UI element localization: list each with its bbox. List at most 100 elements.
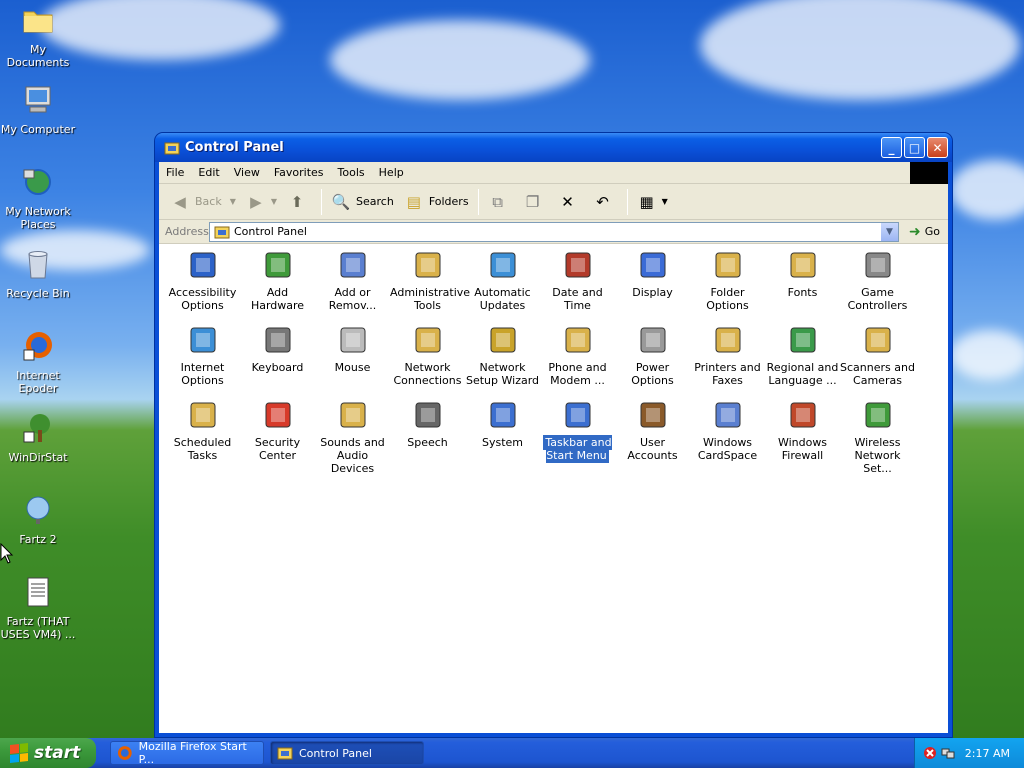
control-panel-icon — [214, 226, 230, 238]
cp-item-label: Security Center — [254, 436, 301, 462]
up-folder-button[interactable]: ⬆ — [282, 187, 317, 217]
cp-item-game-controllers[interactable]: Game Controllers — [840, 248, 915, 312]
cp-item-automatic-updates[interactable]: Automatic Updates — [465, 248, 540, 312]
desktop-icon-recycle-bin[interactable]: Recycle Bin — [0, 248, 76, 300]
cp-item-speech[interactable]: Speech — [390, 398, 465, 449]
network-setup-wizard-icon — [486, 323, 520, 357]
cp-item-windows-firewall[interactable]: Windows Firewall — [765, 398, 840, 462]
network-icon — [23, 169, 51, 195]
go-arrow-icon: ➜ — [909, 223, 921, 240]
address-dropdown-button[interactable]: ▼ — [881, 222, 898, 241]
chevron-down-icon: ▼ — [886, 226, 893, 237]
security-alert-icon[interactable] — [923, 746, 937, 760]
cp-item-phone-and-modem[interactable]: Phone and Modem ... — [540, 323, 615, 387]
cp-item-add-or-remove-programs[interactable]: Add or Remov... — [315, 248, 390, 312]
cp-item-label: Speech — [407, 436, 448, 449]
move-to-icon: ⧉ — [492, 192, 503, 211]
cp-item-label: Scanners and Cameras — [840, 361, 915, 387]
copy-to-button[interactable]: ❐ — [518, 187, 553, 217]
views-icon: ▦ — [639, 192, 654, 211]
undo-icon: ↶ — [596, 192, 609, 211]
cp-item-label: Display — [632, 286, 673, 299]
cp-item-add-hardware[interactable]: Add Hardware — [240, 248, 315, 312]
menu-help[interactable]: Help — [372, 166, 411, 179]
maximize-button[interactable]: □ — [904, 137, 925, 158]
search-button[interactable]: 🔍 Search — [326, 187, 399, 217]
cp-item-scanners-and-cameras[interactable]: Scanners and Cameras — [840, 323, 915, 387]
forward-button[interactable]: ▶ ▼ — [241, 187, 282, 217]
folder-icon — [23, 11, 53, 33]
desktop-icon-my-computer[interactable]: My Computer — [0, 84, 76, 136]
move-to-button[interactable]: ⧉ — [483, 187, 518, 217]
cp-item-system[interactable]: System — [465, 398, 540, 449]
cp-item-wireless-network-setup[interactable]: Wireless Network Set... — [840, 398, 915, 475]
cp-item-user-accounts[interactable]: User Accounts — [615, 398, 690, 462]
menu-view[interactable]: View — [227, 166, 267, 179]
menu-edit[interactable]: Edit — [191, 166, 226, 179]
cp-item-internet-options[interactable]: Internet Options — [165, 323, 240, 387]
start-button[interactable]: start — [0, 738, 96, 768]
cp-item-regional-and-language[interactable]: Regional and Language ... — [765, 323, 840, 387]
minimize-button[interactable]: _ — [881, 137, 902, 158]
cp-item-network-connections[interactable]: Network Connections — [390, 323, 465, 387]
go-button[interactable]: ➜ Go — [905, 224, 944, 240]
undo-button[interactable]: ↶ — [588, 187, 623, 217]
cp-item-label: Accessibility Options — [168, 286, 237, 312]
cp-item-date-and-time[interactable]: Date and Time — [540, 248, 615, 312]
cp-item-accessibility-options[interactable]: Accessibility Options — [165, 248, 240, 312]
menu-file[interactable]: File — [159, 166, 191, 179]
windows-flag-icon — [10, 743, 28, 763]
minimize-icon: _ — [888, 140, 895, 155]
cp-item-security-center[interactable]: Security Center — [240, 398, 315, 462]
cp-item-display[interactable]: Display — [615, 248, 690, 299]
close-button[interactable]: ✕ — [927, 137, 948, 158]
taskbar-button-control-panel[interactable]: Control Panel — [270, 741, 424, 765]
desktop-icon-my-documents[interactable]: My Documents — [0, 4, 76, 69]
toolbar-separator — [477, 188, 479, 215]
delete-button[interactable]: ✕ — [553, 187, 588, 217]
address-label: Address — [165, 225, 209, 238]
cp-item-label: Mouse — [334, 361, 371, 374]
cp-item-printers-and-faxes[interactable]: Printers and Faxes — [690, 323, 765, 387]
cp-item-fonts[interactable]: Fonts — [765, 248, 840, 299]
cp-item-label: Add or Remov... — [328, 286, 377, 312]
control-panel-window: Control Panel _ □ ✕ File Edit View Favor… — [155, 133, 952, 737]
start-label: start — [34, 743, 81, 763]
menu-tools[interactable]: Tools — [331, 166, 372, 179]
network-tray-icon[interactable] — [941, 746, 955, 760]
menu-favorites[interactable]: Favorites — [267, 166, 331, 179]
cp-item-mouse[interactable]: Mouse — [315, 323, 390, 374]
scheduled-tasks-icon — [186, 398, 220, 432]
clock[interactable]: 2:17 AM — [965, 747, 1010, 760]
folders-button[interactable]: ▤ Folders — [399, 187, 474, 217]
cp-item-sounds-and-audio-devices[interactable]: Sounds and Audio Devices — [315, 398, 390, 475]
address-field[interactable]: Control Panel ▼ — [209, 221, 899, 242]
desktop-icon-windirstat[interactable]: WinDirStat — [0, 412, 76, 464]
cp-item-administrative-tools[interactable]: Administrative Tools — [390, 248, 470, 312]
folders-label: Folders — [428, 195, 469, 208]
delete-icon: ✕ — [561, 192, 574, 211]
cp-item-keyboard[interactable]: Keyboard — [240, 323, 315, 374]
taskbar-button-firefox[interactable]: Mozilla Firefox Start P... — [110, 740, 264, 766]
cp-item-folder-options[interactable]: Folder Options — [690, 248, 765, 312]
sounds-and-audio-devices-icon — [336, 398, 370, 432]
cp-item-scheduled-tasks[interactable]: Scheduled Tasks — [165, 398, 240, 462]
folder-options-icon — [711, 248, 745, 282]
cp-item-network-setup-wizard[interactable]: Network Setup Wizard — [465, 323, 540, 387]
desktop-icon-label: Recycle Bin — [6, 287, 70, 300]
cp-item-label: Regional and Language ... — [766, 361, 839, 387]
search-icon: 🔍 — [331, 192, 351, 211]
desktop-icon-fartz-vm4[interactable]: Fartz (THAT USES VM4) ... — [0, 576, 76, 641]
windows-firewall-icon — [786, 398, 820, 432]
title-bar[interactable]: Control Panel _ □ ✕ — [155, 133, 952, 162]
desktop-icon-my-network-places[interactable]: My Network Places — [0, 166, 76, 231]
taskbar-button-label: Mozilla Firefox Start P... — [138, 740, 247, 766]
cp-item-power-options[interactable]: Power Options — [615, 323, 690, 387]
views-button[interactable]: ▦ ▼ — [632, 187, 673, 217]
cp-item-taskbar-and-start-menu[interactable]: Taskbar and Start Menu — [540, 398, 615, 463]
back-button[interactable]: ◀ Back ▼ — [165, 187, 241, 217]
desktop-icon-fartz-2[interactable]: Fartz 2 — [0, 494, 76, 546]
desktop-icon-internet-epoder[interactable]: Internet Epoder — [0, 330, 76, 395]
firefox-icon — [23, 332, 52, 361]
cp-item-windows-cardspace[interactable]: Windows CardSpace — [690, 398, 765, 462]
